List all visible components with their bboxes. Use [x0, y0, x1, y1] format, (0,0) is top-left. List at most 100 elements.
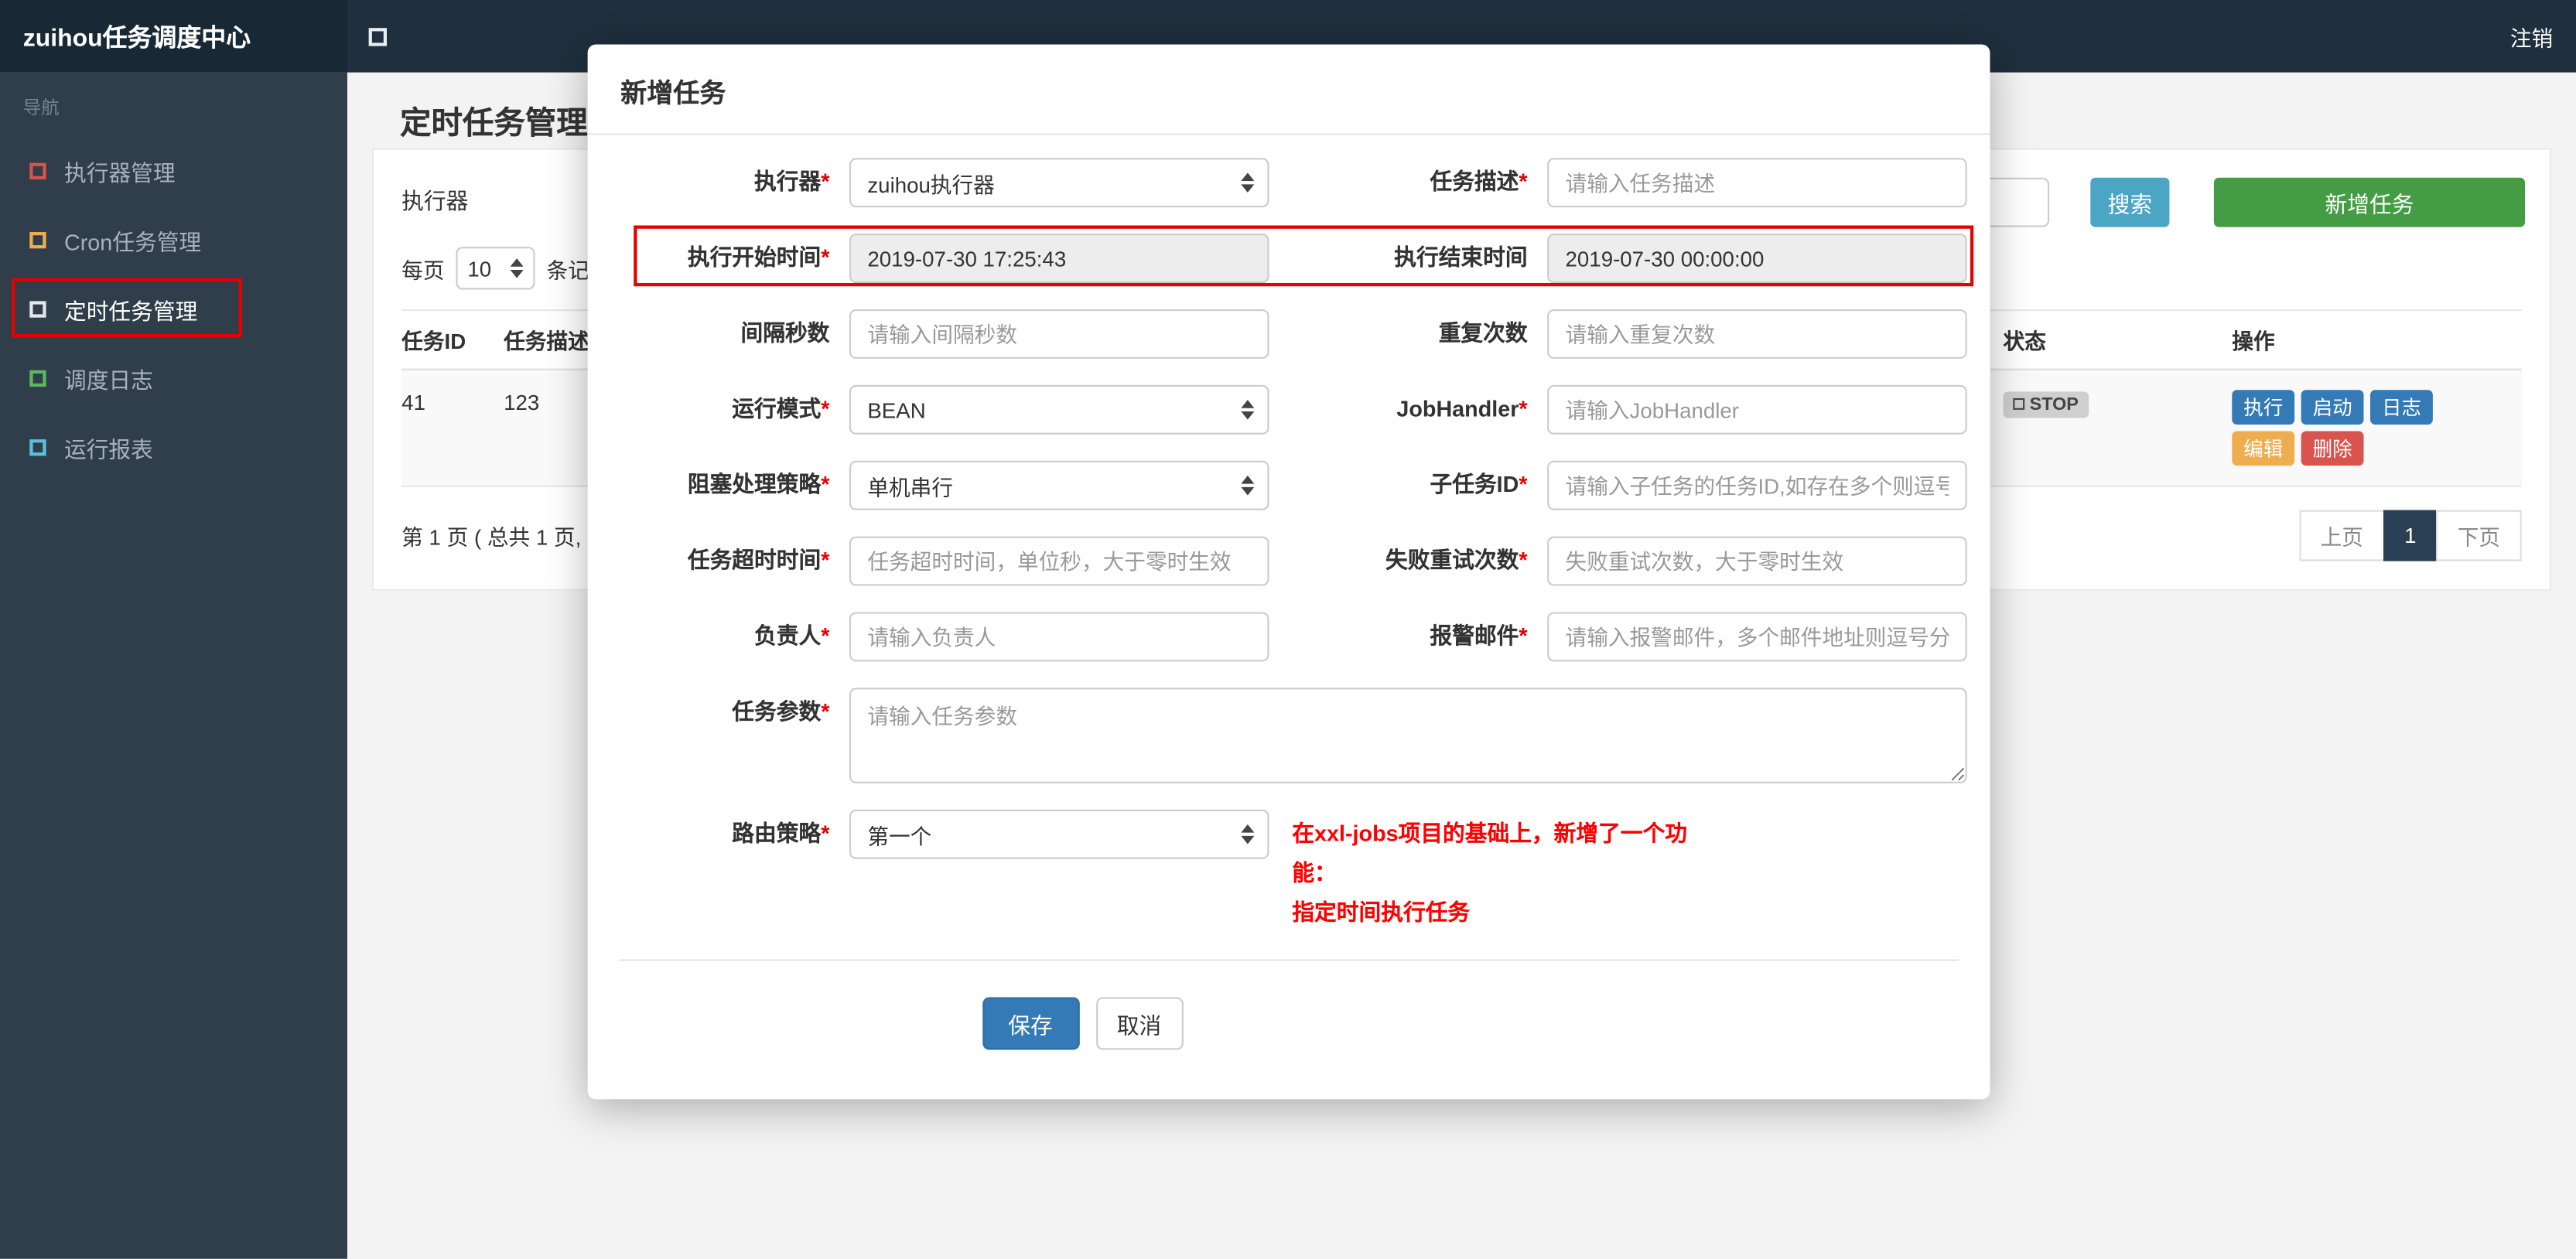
modal-title: 新增任务 [587, 44, 1990, 135]
form-row: 负责人* 报警邮件* [610, 612, 1967, 662]
jobhandler-label: JobHandler* [1396, 396, 1528, 421]
select-arrows-icon [510, 258, 524, 278]
end-time-label: 执行结束时间 [1394, 245, 1528, 270]
sidebar-item-timed-jobs[interactable]: 定时任务管理 [0, 275, 347, 343]
interval-input[interactable] [849, 309, 1269, 359]
select-arrows-icon [1241, 475, 1255, 496]
sidebar-item-executor-manage[interactable]: 执行器管理 [0, 137, 347, 206]
cancel-button[interactable]: 取消 [1095, 997, 1183, 1050]
search-button[interactable]: 搜索 [2090, 177, 2170, 227]
alarm-email-label: 报警邮件* [1430, 623, 1528, 649]
alarm-email-input[interactable] [1547, 612, 1967, 662]
menu-square-icon [29, 439, 46, 456]
executor-filter-label: 执行器 [401, 189, 469, 214]
feature-note-line1: 在xxl-jobs项目的基础上，新增了一个功能： [1292, 821, 1688, 885]
interval-label: 间隔秒数 [740, 320, 830, 346]
log-button[interactable]: 日志 [2370, 390, 2433, 425]
prev-page-button[interactable]: 上页 [2298, 510, 2385, 561]
route-strategy-select[interactable]: 第一个 [849, 809, 1269, 859]
executor-select[interactable]: zuihou执行器 [849, 158, 1269, 208]
sidebar-item-cron-jobs[interactable]: Cron任务管理 [0, 206, 347, 275]
form-row: 任务参数* [610, 688, 1967, 783]
col-header-task-id: 任务ID [401, 329, 466, 354]
sidebar-item-schedule-log[interactable]: 调度日志 [0, 344, 347, 413]
status-badge-text: STOP [2029, 394, 2079, 415]
menu-square-icon [29, 232, 46, 249]
col-header-actions: 操作 [2232, 329, 2275, 354]
child-job-id-input[interactable] [1547, 460, 1967, 510]
author-input[interactable] [849, 612, 1269, 662]
save-button[interactable]: 保存 [982, 997, 1079, 1050]
sidebar-item-label: 定时任务管理 [63, 299, 198, 325]
timeout-label: 任务超时时间* [687, 548, 830, 573]
job-desc-label: 任务描述* [1430, 169, 1528, 195]
page-size-prefix: 每页 [401, 258, 445, 282]
select-arrows-icon [1241, 824, 1255, 844]
glue-type-select[interactable]: BEAN [849, 384, 1269, 435]
feature-note: 在xxl-jobs项目的基础上，新增了一个功能： 指定时间执行任务 [1292, 810, 1712, 933]
block-strategy-select-value: 单机串行 [867, 474, 954, 500]
block-strategy-select[interactable]: 单机串行 [849, 460, 1269, 510]
page-size-select[interactable]: 10 [456, 247, 535, 290]
glue-type-label: 运行模式* [732, 396, 830, 421]
form-row: 路由策略* 第一个 在xxl-jobs项目的基础上，新增了一个功能： 指定时间执… [610, 809, 1966, 933]
form-row: 运行模式* BEAN JobHandler* [610, 384, 1967, 435]
repeat-count-input[interactable] [1547, 309, 1967, 359]
select-arrows-icon [1241, 400, 1255, 420]
add-task-button[interactable]: 新增任务 [2213, 177, 2526, 227]
menu-square-icon [29, 301, 46, 318]
menu-toggle-icon[interactable] [368, 27, 388, 46]
start-time-input[interactable] [849, 234, 1269, 283]
col-header-status: 状态 [2003, 329, 2046, 354]
form-row: 执行器* zuihou执行器 任务描述* [610, 158, 1967, 208]
end-time-input[interactable] [1547, 234, 1967, 283]
delete-button[interactable]: 删除 [2301, 431, 2364, 466]
stop-square-icon [2013, 397, 2025, 410]
edit-button[interactable]: 编辑 [2232, 431, 2295, 466]
cell-actions: 执行 启动 日志 编辑 删除 [2232, 390, 2521, 472]
form-row-time: 执行开始时间* 执行结束时间 [610, 234, 1967, 283]
cell-task-id: 41 [401, 390, 425, 415]
add-task-modal: 新增任务 执行器* zuihou执行器 任务描述* 执行开始时间* 执行结束时间 [587, 44, 1990, 1100]
sidebar: 导航 执行器管理 Cron任务管理 定时任务管理 调度日志 运行报表 [0, 72, 347, 1259]
route-strategy-label: 路由策略* [732, 821, 830, 846]
timeout-input[interactable] [849, 536, 1269, 586]
block-strategy-label: 阻塞处理策略* [687, 472, 830, 497]
fail-retry-label: 失败重试次数* [1385, 548, 1528, 573]
select-arrows-icon [1241, 172, 1255, 193]
current-page-button[interactable]: 1 [2383, 510, 2438, 561]
job-param-textarea[interactable] [849, 688, 1967, 783]
cell-status: STOP [2003, 390, 2233, 418]
start-time-label: 执行开始时间* [687, 245, 830, 270]
form-row: 间隔秒数 重复次数 [610, 309, 1967, 359]
sidebar-item-label: Cron任务管理 [63, 230, 202, 255]
run-button[interactable]: 执行 [2232, 390, 2295, 425]
status-badge: STOP [2003, 391, 2089, 418]
modal-body: 执行器* zuihou执行器 任务描述* 执行开始时间* 执行结束时间 间隔秒数 [588, 135, 1990, 1099]
child-job-id-label: 子任务ID* [1430, 472, 1528, 497]
job-desc-input[interactable] [1547, 158, 1967, 208]
jobhandler-input[interactable] [1547, 384, 1967, 435]
route-strategy-select-value: 第一个 [867, 823, 932, 848]
repeat-count-label: 重复次数 [1438, 320, 1528, 346]
executor-label: 执行器* [754, 169, 830, 195]
next-page-button[interactable]: 下页 [2436, 510, 2522, 561]
form-row: 任务超时时间* 失败重试次数* [610, 536, 1967, 586]
menu-square-icon [29, 162, 46, 179]
start-button[interactable]: 启动 [2301, 390, 2364, 425]
fail-retry-input[interactable] [1547, 536, 1967, 586]
sidebar-item-label: 运行报表 [63, 437, 153, 462]
logout-link[interactable]: 注销 [2510, 21, 2553, 52]
sidebar-item-run-report[interactable]: 运行报表 [0, 413, 347, 482]
sidebar-item-label: 执行器管理 [63, 161, 176, 186]
feature-note-line2: 指定时间执行任务 [1292, 899, 1471, 925]
sidebar-item-label: 调度日志 [63, 368, 153, 394]
glue-type-select-value: BEAN [867, 397, 926, 422]
form-row: 阻塞处理策略* 单机串行 子任务ID* [610, 460, 1967, 510]
page-size-value: 10 [467, 255, 492, 281]
author-label: 负责人* [754, 623, 830, 649]
sidebar-nav-label: 导航 [22, 98, 60, 119]
job-param-label: 任务参数* [732, 699, 830, 725]
app-root: zuihou任务调度中心 注销 导航 执行器管理 Cron任务管理 定时任务管理… [0, 0, 2576, 1259]
menu-square-icon [29, 370, 46, 387]
